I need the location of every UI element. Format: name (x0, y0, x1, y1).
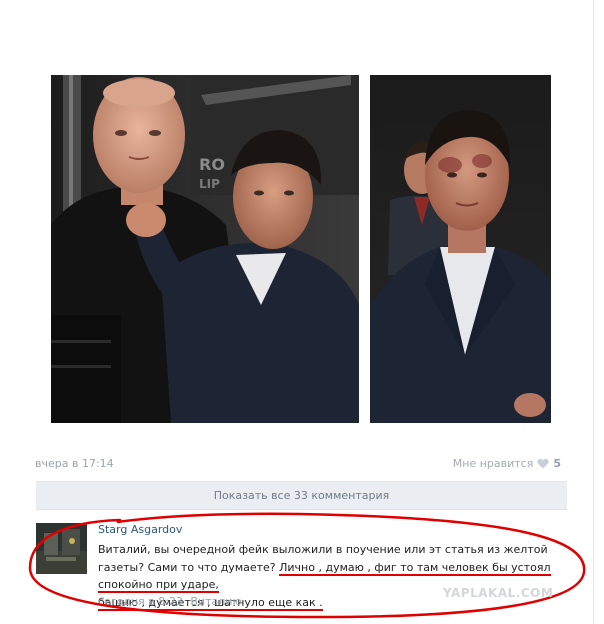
like-label: Мне нравится (452, 457, 534, 470)
svg-text:LIP: LIP (199, 177, 220, 191)
watermark-logo: YAPLAKAL.COM (443, 586, 554, 600)
comment-author[interactable]: Starg Asgardov (98, 523, 182, 536)
comment-timestamp[interactable]: сегодня в 8:23 (98, 595, 183, 608)
comment-footer: сегодня в 8:23 Виталию (98, 595, 242, 608)
post-timestamp[interactable]: вчера в 17:14 (35, 457, 114, 470)
heart-icon (537, 458, 549, 469)
comment-avatar[interactable] (36, 523, 87, 574)
like-count: 5 (553, 457, 561, 470)
comment-reply-to[interactable]: Виталию (190, 595, 241, 608)
post-photo-left[interactable]: RO LIP (51, 75, 359, 423)
svg-text:RO: RO (199, 155, 225, 174)
post-meta: вчера в 17:14 Мне нравится 5 (35, 457, 561, 473)
comment-item: Starg Asgardov Виталий, вы очередной фей… (36, 520, 571, 615)
column-divider (593, 0, 594, 624)
like-button[interactable]: Мне нравится 5 (453, 457, 561, 470)
vk-post: RO LIP вчера в 17:14 Мне нравится 5 Пока… (0, 0, 604, 624)
post-photo-right[interactable] (370, 75, 551, 423)
show-all-comments-button[interactable]: Показать все 33 комментария (36, 481, 567, 510)
